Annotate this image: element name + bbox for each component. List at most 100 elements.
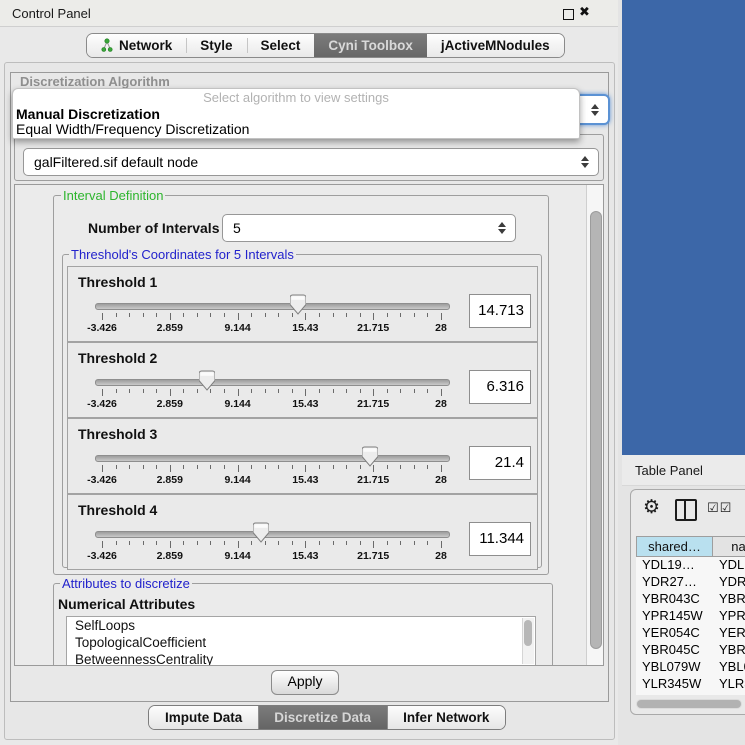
combo-stepper-icon [498,222,506,234]
table-cell: YPR145W [713,608,745,625]
table-data-combobox[interactable]: galFiltered.sif default node [23,148,599,176]
tab-label: Infer Network [403,710,489,725]
table-cell: YPR145W [636,608,713,625]
numerical-attributes-list[interactable]: SelfLoopsTopologicalCoefficientBetweenne… [66,616,536,666]
number-of-intervals-value: 5 [233,220,241,236]
table-cell: YBR045C [636,642,713,659]
tab-select[interactable]: Select [247,34,315,57]
table-cell: YBR043C [636,591,713,608]
slider-tick-labels: -3.4262.8599.14415.4321.71528 [102,398,441,410]
scrollbar-thumb[interactable] [637,700,741,708]
table-row[interactable]: YBL079WYBL079W [636,659,745,676]
apply-button[interactable]: Apply [271,670,339,695]
threshold-row: Threshold 1 -3.4262.8599.14415.4321.7152… [67,266,538,342]
split-view-icon[interactable] [675,499,697,521]
control-panel-window: Control Panel ✖ Network Style Select Cyni T… [0,0,618,745]
tab-label: Select [261,38,301,53]
algorithm-dropdown-popup: Select algorithm to view settings Manual… [12,88,580,139]
number-of-intervals-combobox[interactable]: 5 [222,214,516,242]
interval-definition-label: Interval Definition [61,188,165,203]
tab-style[interactable]: Style [186,34,246,57]
control-panel-titlebar: Control Panel ✖ [0,0,618,27]
threshold-label: Threshold 2 [78,350,157,366]
tab-label: Discretize Data [274,710,371,725]
slider-thumb[interactable] [290,294,306,315]
threshold-row: Threshold 2 -3.4262.8599.14415.4321.7152… [67,342,538,418]
number-of-intervals-label: Number of Intervals [88,220,219,236]
horizontal-scrollbar[interactable] [636,699,742,709]
slider-track[interactable] [95,455,450,462]
tab-impute-data[interactable]: Impute Data [149,706,258,729]
table-row[interactable]: YDR27…YDR27… [636,574,745,591]
gear-icon[interactable]: ⚙ [643,496,660,518]
slider-track[interactable] [95,303,450,310]
table-panel-title: Table Panel [635,463,703,478]
threshold-value-field[interactable]: 6.316 [469,370,531,404]
attribute-item-topologicalcoefficient[interactable]: TopologicalCoefficient [67,634,535,651]
tab-network[interactable]: Network [87,34,186,57]
table-cell: YIL053C [636,693,713,695]
dropdown-option-equal-width-frequency[interactable]: Equal Width/Frequency Discretization [16,121,249,137]
top-tab-bar: Network Style Select Cyni Toolbox jActiveMNo… [86,33,565,58]
table-cell: YER054C [636,625,713,642]
slider-thumb[interactable] [199,370,215,391]
table-cell: YBR045C [713,642,745,659]
slider-thumb[interactable] [253,522,269,543]
slider-tick-labels: -3.4262.8599.14415.4321.71528 [102,322,441,334]
table-row[interactable]: YIL053CYIL053C [636,693,745,695]
dropdown-placeholder-item[interactable]: Select algorithm to view settings [13,90,579,105]
table-cell: YDL19… [636,557,713,574]
vertical-scrollbar[interactable] [586,185,603,665]
attribute-item-selfloops[interactable]: SelfLoops [67,617,535,634]
close-icon[interactable]: ✖ [579,4,590,20]
table-data-selected-value: galFiltered.sif default node [34,154,198,170]
dropdown-option-manual-discretization[interactable]: Manual Discretization [16,106,160,122]
column-header-shared-name[interactable]: shared… [636,536,713,557]
column-header-name[interactable]: name [713,536,745,557]
table-row[interactable]: YLR345WYLR345W [636,676,745,693]
thresholds-group: Threshold's Coordinates for 5 Intervals … [62,254,542,568]
bottom-tab-bar: Impute Data Discretize Data Infer Network [148,705,506,730]
scrollbar-thumb[interactable] [590,211,602,649]
numerical-attributes-label: Numerical Attributes [58,596,195,612]
attribute-item-betweennesscentrality[interactable]: BetweennessCentrality [67,651,535,666]
slider-thumb[interactable] [362,446,378,467]
table-row[interactable]: YPR145WYPR145W [636,608,745,625]
attributes-group-label: Attributes to discretize [60,576,192,591]
threshold-row: Threshold 4 -3.4262.8599.14415.4321.7152… [67,494,538,570]
tab-cyni-toolbox[interactable]: Cyni Toolbox [314,34,427,57]
slider-track[interactable] [95,531,450,538]
slider-ticks [102,465,441,473]
table-data-group: Table Data galFiltered.sif default node [14,134,604,181]
thresholds-group-label: Threshold's Coordinates for 5 Intervals [69,247,296,262]
checkbox-icons[interactable]: ☑☑ [707,501,732,516]
tab-jactivemnodules[interactable]: jActiveMNodules [427,34,564,57]
threshold-label: Threshold 3 [78,426,157,442]
table-row[interactable]: YBR043CYBR043C [636,591,745,608]
node-table: shared… name YDL19…YDL19…YDR27…YDR27…YBR… [636,536,745,695]
table-row[interactable]: YER054CYER054C [636,625,745,642]
slider-track[interactable] [95,379,450,386]
table-cell: YDR27… [636,574,713,591]
table-header-row: shared… name [636,536,745,557]
tab-label: Network [119,38,172,53]
attributes-list-scrollbar[interactable] [522,618,534,664]
float-window-icon[interactable] [563,9,574,20]
tab-label: jActiveMNodules [441,38,550,53]
tab-label: Impute Data [165,710,242,725]
table-row[interactable]: YDL19…YDL19… [636,557,745,574]
table-cell: YER054C [713,625,745,642]
threshold-value-field[interactable]: 14.713 [469,294,531,328]
table-row[interactable]: YBR045CYBR045C [636,642,745,659]
tab-discretize-data[interactable]: Discretize Data [258,706,387,729]
slider-ticks [102,541,441,549]
slider-ticks [102,313,441,321]
table-cell: YIL053C [713,693,745,695]
threshold-value-field[interactable]: 21.4 [469,446,531,480]
threshold-value-field[interactable]: 11.344 [469,522,531,556]
slider-tick-labels: -3.4262.8599.14415.4321.71528 [102,550,441,562]
table-cell: YBL079W [713,659,745,676]
table-cell: YLR345W [713,676,745,693]
network-view-frame: GAL80GAL11GAL4GCY1HHAP2GAC [622,0,745,455]
tab-infer-network[interactable]: Infer Network [387,706,505,729]
